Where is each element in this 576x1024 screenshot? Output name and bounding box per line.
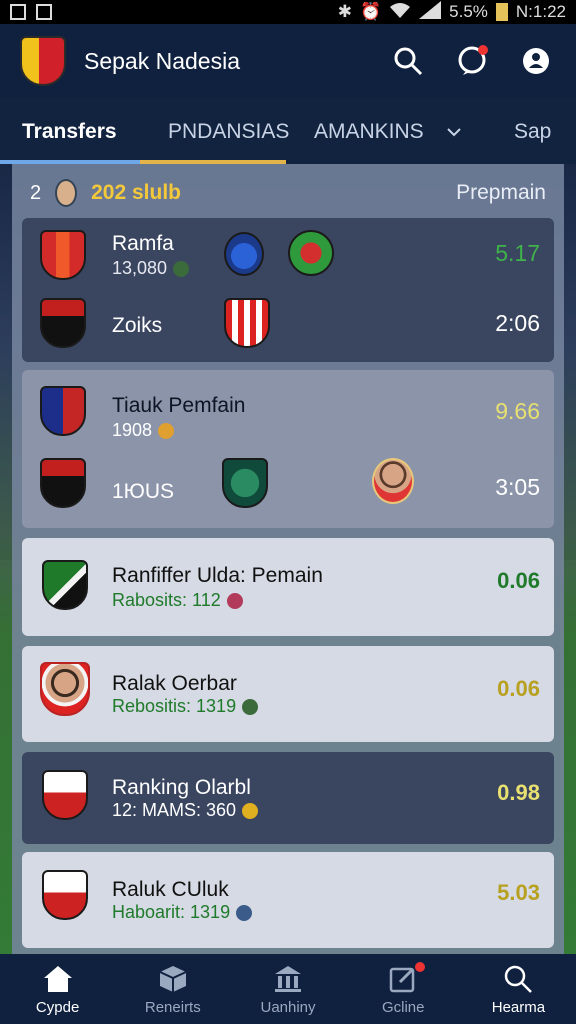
club-crest-icon: [224, 298, 270, 348]
tab-amankins[interactable]: AMANKINS: [314, 120, 424, 144]
nav-label: Cypde: [35, 999, 80, 1016]
tab-bar: Transfers PNDANSIAS AMANKINS Sap: [0, 98, 576, 164]
nav-label: Hearma: [491, 999, 546, 1016]
card-title: Ralak Oerbar: [112, 672, 237, 695]
card-score: 0.06: [497, 676, 540, 701]
edit-icon: [389, 967, 415, 993]
chevron-down-icon: [447, 128, 461, 137]
search-icon: [394, 47, 423, 76]
season-label: 202 slulb: [91, 181, 182, 204]
club-crest-icon: [42, 560, 88, 610]
box-icon: [159, 966, 187, 992]
card-subtitle: 1908: [112, 420, 175, 441]
card-score: 5.03: [497, 880, 540, 905]
club-crest-icon: [224, 232, 264, 276]
bank-icon: [275, 966, 301, 992]
coin-icon: [236, 905, 253, 922]
tab-pndansias[interactable]: PNDANSIAS: [168, 120, 289, 144]
card-title: Raluk CUluk: [112, 878, 229, 901]
transfer-card[interactable]: Ranking Olarbl 12: MAMS: 360 0.98: [22, 752, 554, 844]
tab-more-chevron[interactable]: [446, 120, 462, 144]
club-crest-icon: [288, 230, 334, 276]
coin-icon: [173, 261, 190, 278]
status-bar: ✱ ⏰ 5.5% N:1:22: [0, 0, 576, 24]
signal-icon: [419, 0, 442, 24]
tab-transfers[interactable]: Transfers: [22, 120, 117, 144]
clock: N:1:22: [515, 2, 566, 21]
app-logo: [20, 36, 66, 86]
card-score: 3:05: [495, 474, 540, 500]
profile-button[interactable]: [516, 41, 556, 81]
coin-icon: [242, 699, 259, 716]
card-score: 5.17: [495, 240, 540, 266]
nav-item-uanhiny[interactable]: Uanhiny: [230, 954, 345, 1024]
transfer-card[interactable]: Ranfiffer Ulda: Pemain Rabosits: 112 0.0…: [22, 538, 554, 636]
notification-badge: [478, 45, 488, 55]
screenshot-icon: [10, 4, 26, 20]
app-title: Sepak Nadesia: [84, 47, 240, 74]
transfer-card[interactable]: Ralak Oerbar Rebositis: 1319 0.06: [22, 646, 554, 742]
coin-icon: [158, 423, 175, 440]
card-subtitle: Rabosits: 112: [112, 590, 243, 611]
search-button[interactable]: [388, 41, 428, 81]
nav-item-reneirts[interactable]: Reneirts: [115, 954, 230, 1024]
bluetooth-icon: ✱: [337, 2, 352, 21]
transfer-card[interactable]: Ramfa 13,080 5.17 Zoiks 2:06: [22, 218, 554, 362]
card-subtitle: 13,080: [112, 258, 190, 279]
card-title: Zoiks: [112, 314, 163, 337]
home-icon: [43, 966, 72, 992]
tab-sap[interactable]: Sap: [514, 120, 551, 144]
nav-label: Gcline: [381, 999, 425, 1016]
nav-item-hearma[interactable]: Hearma: [461, 954, 576, 1024]
card-title: Ranfiffer Ulda: Pemain: [112, 564, 323, 587]
club-crest-icon: [40, 386, 86, 436]
battery-percent: 5.5%: [449, 2, 488, 21]
image-icon: [36, 4, 52, 20]
transfer-card[interactable]: Raluk CUluk Haboarit: 1319 5.03: [22, 852, 554, 948]
club-crest-icon: [42, 870, 88, 920]
notification-badge: [414, 962, 425, 972]
club-crest-icon: [42, 770, 88, 820]
card-subtitle: Haboarit: 1319: [112, 902, 253, 923]
transfer-card[interactable]: Tiauk Pemfain 1908 9.66 1ЮUS 3:05: [22, 370, 554, 528]
card-score: 0.98: [497, 780, 540, 805]
bottom-navigation: Cypde Reneirts Uanhiny Gcline Hearma: [0, 954, 576, 1024]
player-avatar: [372, 458, 414, 504]
club-crest-icon: [40, 298, 86, 348]
card-score: 2:06: [495, 310, 540, 336]
nav-label: Reneirts: [144, 999, 201, 1016]
panel-header: 2 202 slulb Prepmain: [30, 176, 546, 210]
card-title: Ranking Olarbl: [112, 776, 251, 799]
chat-button[interactable]: [452, 41, 492, 81]
nav-item-gcline[interactable]: Gcline: [346, 954, 461, 1024]
card-title: Ramfa: [112, 232, 174, 255]
nav-label: Uanhiny: [260, 999, 316, 1016]
club-crest-icon: [40, 230, 86, 280]
nav-item-cypde[interactable]: Cypde: [0, 954, 115, 1024]
app-bar: Sepak Nadesia: [0, 24, 576, 98]
user-icon: [523, 48, 549, 74]
coin-icon: [242, 803, 259, 820]
wifi-icon: [389, 1, 411, 24]
card-title: 1ЮUS: [112, 480, 175, 503]
card-score: 9.66: [495, 398, 540, 424]
search-icon: [505, 965, 533, 993]
card-subtitle: 12: MAMS: 360: [112, 800, 259, 821]
player-avatar: [55, 179, 78, 207]
club-crest-icon: [40, 458, 86, 508]
battery-icon: [495, 3, 508, 21]
club-crest-icon: [222, 458, 268, 508]
filter-dropdown[interactable]: Prepmain: [456, 181, 546, 205]
card-subtitle: Rebositis: 1319: [112, 696, 259, 717]
card-title: Tiauk Pemfain: [112, 394, 246, 417]
alarm-icon: ⏰: [359, 2, 382, 21]
player-avatar: [40, 662, 90, 716]
card-score: 0.06: [497, 568, 540, 593]
panel-count: 2: [30, 181, 42, 204]
coin-icon: [226, 593, 243, 610]
